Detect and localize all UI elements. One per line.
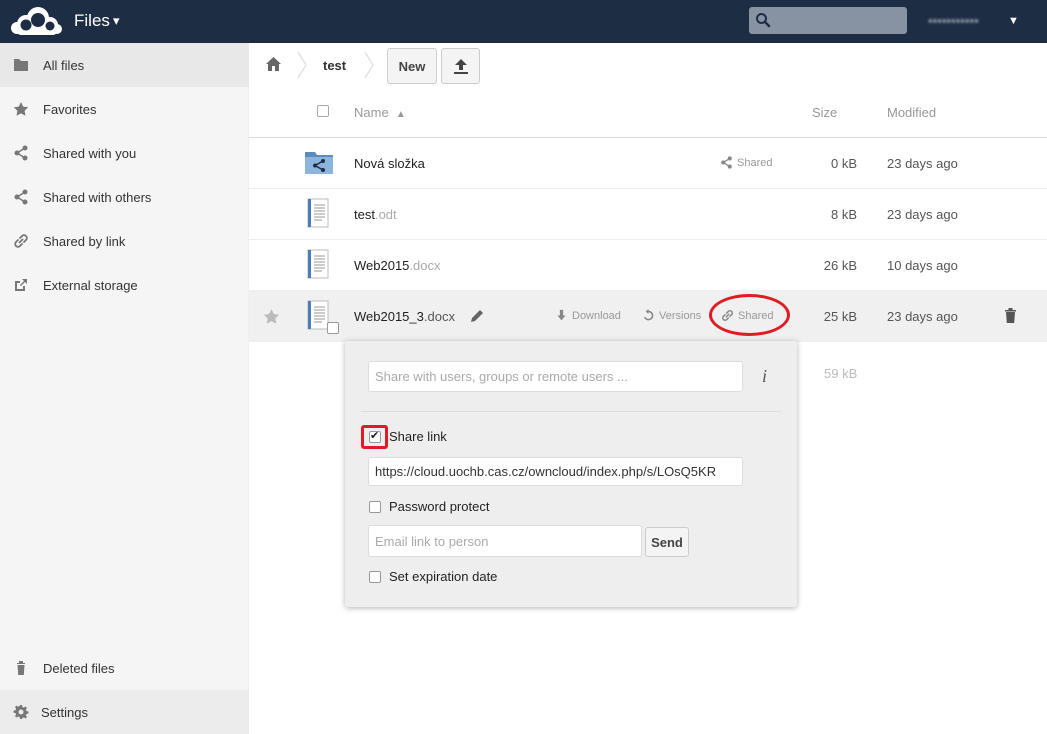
rename-pencil-icon[interactable] bbox=[470, 309, 484, 323]
sidebar-item-label: Shared by link bbox=[43, 233, 126, 249]
share-link-checkbox[interactable] bbox=[369, 429, 381, 443]
sidebar-item-label: Deleted files bbox=[43, 660, 115, 676]
gear-icon bbox=[13, 705, 29, 719]
file-name[interactable]: Web2015.docx bbox=[354, 258, 441, 273]
trash-icon bbox=[17, 661, 25, 675]
table-row[interactable]: Web2015_3.docx Download Versions Shared … bbox=[249, 291, 1047, 342]
share-dropdown: i Share link Password protect Send Set e… bbox=[345, 341, 797, 607]
external-link-icon bbox=[15, 279, 27, 291]
favorite-star-icon[interactable] bbox=[263, 308, 280, 325]
sidebar-item-label: All files bbox=[43, 57, 85, 73]
sidebar-item-deleted-files[interactable]: Deleted files bbox=[0, 646, 249, 690]
app-title[interactable]: Files bbox=[74, 11, 110, 31]
info-icon[interactable]: i bbox=[762, 366, 767, 387]
sidebar-item-label: Settings bbox=[41, 704, 88, 720]
link-icon bbox=[14, 234, 28, 248]
file-name[interactable]: test.odt bbox=[354, 207, 397, 222]
sidebar-item-label: Shared with you bbox=[43, 145, 137, 161]
shared-action[interactable]: Shared bbox=[720, 156, 772, 169]
user-menu-caret-icon[interactable]: ▼ bbox=[1008, 15, 1019, 27]
divider bbox=[361, 411, 781, 412]
document-icon bbox=[307, 300, 329, 330]
history-icon bbox=[643, 309, 654, 321]
table-row[interactable]: Nová složka Shared 0 kB 23 days ago bbox=[249, 138, 1047, 189]
row-select-checkbox[interactable] bbox=[327, 322, 339, 334]
file-modified: 10 days ago bbox=[887, 258, 958, 273]
shared-folder-icon bbox=[305, 152, 333, 174]
folder-icon bbox=[14, 59, 28, 71]
share-icon bbox=[14, 145, 28, 161]
select-all-checkbox[interactable] bbox=[317, 105, 329, 117]
file-size: 25 kB bbox=[823, 309, 857, 324]
file-modified: 23 days ago bbox=[887, 207, 958, 222]
table-row[interactable]: test.odt 8 kB 23 days ago bbox=[249, 189, 1047, 240]
user-menu-name[interactable]: ▪▪▪▪▪▪▪▪▪▪▪ bbox=[928, 13, 979, 28]
column-header-modified[interactable]: Modified bbox=[887, 105, 936, 120]
sidebar-item-shared-with-others[interactable]: Shared with others bbox=[0, 175, 249, 219]
breadcrumb-current[interactable]: test bbox=[323, 58, 346, 73]
expiration-date-label[interactable]: Set expiration date bbox=[389, 569, 497, 584]
column-header-size[interactable]: Size bbox=[812, 105, 837, 120]
sidebar-item-label: External storage bbox=[43, 277, 138, 293]
sidebar-item-shared-by-link[interactable]: Shared by link bbox=[0, 219, 249, 263]
file-size: 0 kB bbox=[830, 156, 857, 171]
document-icon bbox=[307, 249, 329, 279]
table-row[interactable]: Web2015.docx 26 kB 10 days ago bbox=[249, 240, 1047, 291]
download-action[interactable]: Download bbox=[555, 309, 621, 322]
file-name[interactable]: Web2015_3.docx bbox=[354, 309, 455, 324]
app-menu-caret-icon[interactable]: ▾ bbox=[113, 13, 120, 29]
app-header: Files ▾ ▪▪▪▪▪▪▪▪▪▪▪ ▼ bbox=[0, 0, 1047, 43]
sidebar: All files Favorites Shared with you Shar… bbox=[0, 43, 249, 734]
star-icon bbox=[13, 102, 29, 116]
file-size: 8 kB bbox=[830, 207, 857, 222]
share-icon bbox=[721, 156, 732, 169]
sort-ascending-icon: ▲ bbox=[395, 109, 406, 120]
file-name[interactable]: Nová složka bbox=[354, 156, 425, 171]
password-protect-checkbox[interactable] bbox=[369, 501, 381, 513]
file-modified: 23 days ago bbox=[887, 156, 958, 171]
search-input[interactable] bbox=[749, 7, 907, 34]
email-link-input[interactable] bbox=[368, 525, 642, 557]
share-link-url-field[interactable] bbox=[368, 457, 743, 486]
breadcrumb-separator-icon bbox=[364, 51, 374, 79]
sidebar-item-settings[interactable]: Settings bbox=[0, 690, 249, 734]
file-modified: 23 days ago bbox=[887, 309, 958, 324]
versions-action[interactable]: Versions bbox=[642, 309, 701, 322]
sidebar-item-shared-with-you[interactable]: Shared with you bbox=[0, 131, 249, 175]
share-icon bbox=[14, 189, 28, 205]
file-size: 26 kB bbox=[823, 258, 857, 273]
sidebar-item-favorites[interactable]: Favorites bbox=[0, 87, 249, 131]
home-icon[interactable] bbox=[265, 56, 282, 72]
file-size: 59 kB bbox=[824, 366, 858, 381]
shared-action[interactable]: Shared bbox=[721, 309, 773, 322]
sidebar-item-label: Shared with others bbox=[43, 189, 152, 205]
sidebar-item-all-files[interactable]: All files bbox=[0, 43, 249, 87]
download-icon bbox=[557, 309, 566, 321]
delete-trash-icon[interactable] bbox=[1004, 308, 1017, 323]
share-link-label[interactable]: Share link bbox=[389, 429, 447, 444]
share-with-input[interactable] bbox=[368, 361, 743, 392]
upload-icon bbox=[454, 59, 468, 74]
new-button[interactable]: New bbox=[387, 48, 437, 84]
password-protect-label[interactable]: Password protect bbox=[389, 499, 489, 514]
sidebar-item-label: Favorites bbox=[43, 101, 97, 117]
owncloud-logo-icon[interactable] bbox=[10, 6, 62, 36]
column-header-name[interactable]: Name ▲ bbox=[354, 105, 406, 120]
send-button[interactable]: Send bbox=[645, 527, 689, 557]
breadcrumb-separator-icon bbox=[297, 51, 307, 79]
expiration-date-checkbox[interactable] bbox=[369, 571, 381, 583]
sidebar-item-external-storage[interactable]: External storage bbox=[0, 263, 249, 307]
document-icon bbox=[307, 198, 329, 228]
upload-button[interactable] bbox=[441, 48, 480, 84]
link-icon bbox=[722, 310, 733, 321]
search-icon bbox=[756, 13, 771, 28]
